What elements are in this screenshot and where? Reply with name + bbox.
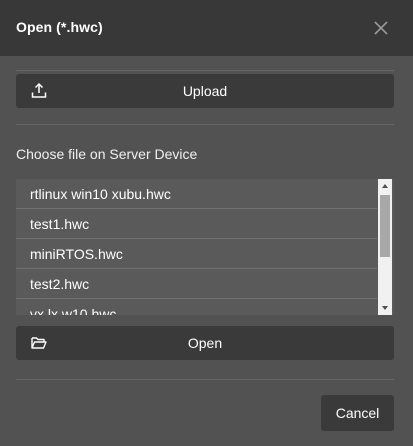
open-button-label: Open bbox=[187, 335, 223, 351]
file-name: test2.hwc bbox=[30, 276, 90, 292]
list-item[interactable]: miniRTOS.hwc bbox=[16, 239, 377, 269]
divider bbox=[16, 124, 394, 125]
scrollbar-thumb[interactable] bbox=[380, 195, 390, 257]
dialog-title: Open (*.hwc) bbox=[16, 19, 103, 35]
file-name: miniRTOS.hwc bbox=[30, 246, 123, 262]
dialog-titlebar: Open (*.hwc) bbox=[0, 0, 413, 56]
upload-button-label: Upload bbox=[182, 83, 228, 99]
open-button[interactable]: Open bbox=[16, 326, 394, 360]
scroll-down-arrow-icon[interactable] bbox=[378, 301, 392, 315]
scroll-up-arrow-icon[interactable] bbox=[378, 179, 392, 193]
list-item[interactable]: test2.hwc bbox=[16, 269, 377, 299]
open-dialog: Open (*.hwc) Upload Choose file on Serve… bbox=[0, 0, 413, 446]
list-item[interactable]: vx lx w10.hwc bbox=[16, 299, 377, 315]
cancel-button[interactable]: Cancel bbox=[321, 395, 394, 431]
upload-button[interactable]: Upload bbox=[16, 74, 394, 108]
cancel-button-label: Cancel bbox=[335, 405, 380, 421]
list-item[interactable]: test1.hwc bbox=[16, 209, 377, 239]
file-name: vx lx w10.hwc bbox=[30, 306, 117, 315]
file-name: rtlinux win10 xubu.hwc bbox=[30, 186, 171, 202]
list-scrollbar[interactable] bbox=[378, 179, 392, 315]
divider bbox=[16, 70, 394, 71]
server-file-list[interactable]: rtlinux win10 xubu.hwc test1.hwc miniRTO… bbox=[16, 179, 394, 315]
close-icon[interactable] bbox=[371, 18, 391, 38]
divider bbox=[16, 379, 394, 380]
server-files-label: Choose file on Server Device bbox=[16, 146, 198, 162]
file-name: test1.hwc bbox=[30, 216, 90, 232]
list-item[interactable]: rtlinux win10 xubu.hwc bbox=[16, 179, 377, 209]
